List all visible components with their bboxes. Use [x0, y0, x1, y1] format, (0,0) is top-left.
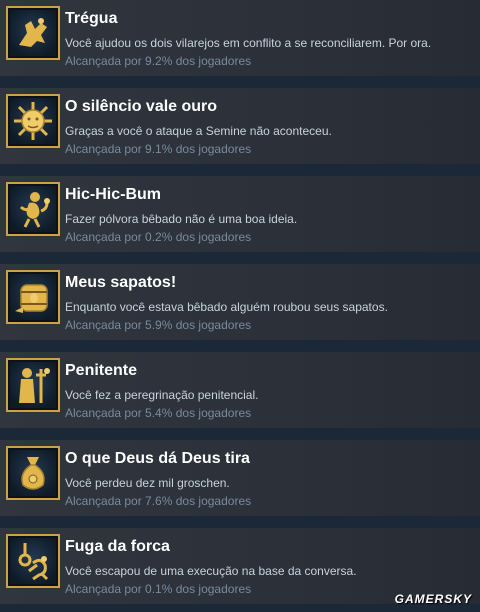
achievement-title: O silêncio vale ouro — [65, 98, 218, 115]
achievement-badge — [6, 270, 60, 324]
achievement-row[interactable]: Meus sapatos! Enquanto você estava bêbad… — [0, 264, 480, 340]
drunk-figure-icon — [19, 192, 50, 228]
achievement-description: Enquanto você estava bêbado alguém roubo… — [65, 300, 388, 314]
achievement-title: Fuga da forca — [65, 538, 170, 555]
noose-icon — [18, 543, 49, 581]
watermark: GAMERSKY — [394, 592, 472, 606]
achievement-row[interactable]: O que Deus dá Deus tira Você perdeu dez … — [0, 440, 480, 516]
achievement-description: Você ajudou os dois vilarejos em conflit… — [65, 36, 432, 50]
achievement-badge — [6, 534, 60, 588]
achievement-badge — [6, 94, 60, 148]
achievement-unlock-rate: Alcançada por 9.1% dos jogadores — [65, 142, 252, 156]
achievement-unlock-rate: Alcançada por 0.2% dos jogadores — [65, 230, 252, 244]
achievement-description: Graças a você o ataque a Semine não acon… — [65, 124, 332, 138]
achievement-description: Você escapou de uma execução na base da … — [65, 564, 357, 578]
achievement-description: Você fez a peregrinação penitencial. — [65, 388, 259, 402]
achievement-title: Penitente — [65, 362, 138, 379]
achievement-row[interactable]: Hic-Hic-Bum Fazer pólvora bêbado não é u… — [0, 176, 480, 252]
achievement-row[interactable]: Trégua Você ajudou os dois vilarejos em … — [0, 0, 480, 76]
achievement-unlock-rate: Alcançada por 5.4% dos jogadores — [65, 406, 252, 420]
achievement-unlock-rate: Alcançada por 5.9% dos jogadores — [65, 318, 252, 332]
truce-icon — [19, 18, 47, 47]
achievement-unlock-rate: Alcançada por 9.2% dos jogadores — [65, 54, 252, 68]
money-pouch-icon — [21, 457, 45, 490]
achievement-badge — [6, 446, 60, 500]
achievement-row[interactable]: O silêncio vale ouro Graças a você o ata… — [0, 88, 480, 164]
achievement-badge — [6, 358, 60, 412]
achievement-list: Trégua Você ajudou os dois vilarejos em … — [0, 0, 480, 612]
achievement-title: O que Deus dá Deus tira — [65, 450, 250, 467]
achievement-row[interactable]: Penitente Você fez a peregrinação penite… — [0, 352, 480, 428]
achievement-title: Hic-Hic-Bum — [65, 186, 162, 203]
barrel-icon — [15, 284, 48, 313]
achievement-unlock-rate: Alcançada por 7.6% dos jogadores — [65, 494, 252, 508]
achievement-badge — [6, 6, 60, 60]
achievement-badge — [6, 182, 60, 236]
achievement-title: Trégua — [65, 10, 118, 27]
achievement-title: Meus sapatos! — [65, 274, 177, 291]
achievement-description: Fazer pólvora bêbado não é uma boa ideia… — [65, 212, 298, 226]
achievement-description: Você perdeu dez mil groschen. — [65, 476, 230, 490]
achievement-unlock-rate: Alcançada por 0.1% dos jogadores — [65, 582, 252, 596]
pilgrim-icon — [19, 368, 50, 403]
sun-face-icon — [14, 102, 52, 140]
